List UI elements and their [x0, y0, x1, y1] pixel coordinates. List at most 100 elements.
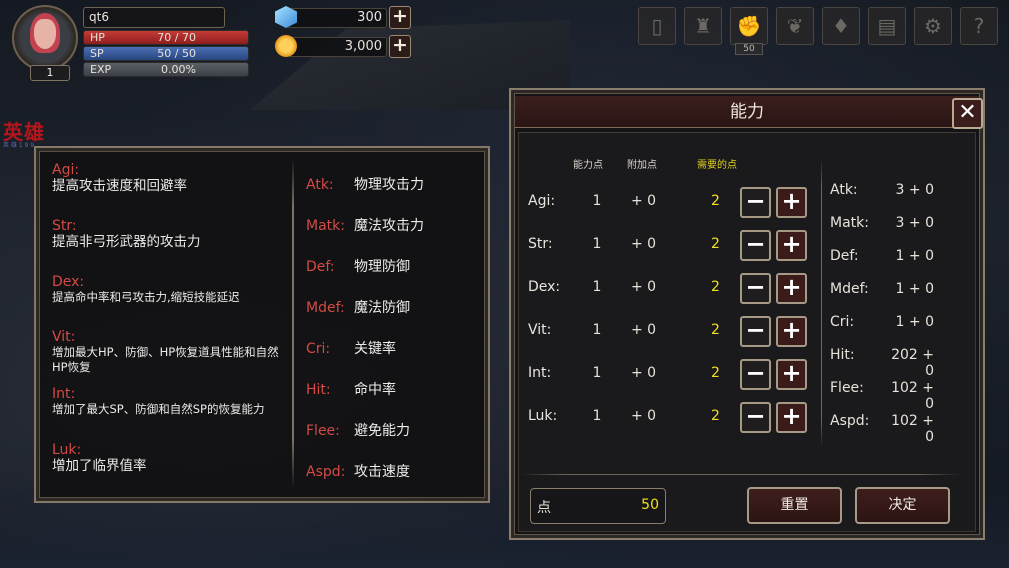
increase-button[interactable]: + [776, 187, 807, 218]
decrease-button[interactable]: − [740, 273, 771, 304]
book-icon[interactable]: ▤ [868, 7, 906, 45]
ability-points: 1 [592, 322, 602, 338]
stat-name: Hit: [306, 382, 331, 398]
result-name: Aspd: [830, 413, 870, 429]
decrease-button[interactable]: − [740, 316, 771, 347]
wings-icon[interactable]: ❦ [776, 7, 814, 45]
ability-bonus: + 0 [631, 322, 657, 338]
ability-bonus: + 0 [631, 236, 657, 252]
stat-info-panel: Agi: 提高攻击速度和回避率 Str: 提高非弓形武器的攻击力 Dex: 提高… [34, 146, 490, 503]
stat-text: 魔法防御 [354, 300, 410, 316]
decrease-button[interactable]: − [740, 359, 771, 390]
result-value: 1 + 0 [895, 248, 934, 264]
gold-amount: 3,000 [287, 37, 387, 57]
gold-currency: 3,000 + [275, 35, 411, 59]
stat-name: Cri: [306, 341, 331, 357]
level-badge: 1 [30, 65, 70, 81]
result-value: 202 + 0 [891, 347, 934, 379]
increase-button[interactable]: + [776, 316, 807, 347]
stat-name: Atk: [306, 177, 334, 193]
stat-name: Flee: [306, 423, 340, 439]
close-button[interactable]: ✕ [952, 98, 983, 129]
gem-amount: 300 [287, 8, 387, 28]
decrease-button[interactable]: − [740, 402, 771, 433]
reset-button[interactable]: 重置 [747, 487, 842, 524]
panel-divider [292, 158, 294, 488]
desc-name: Vit: [52, 329, 76, 345]
stat-text: 关键率 [354, 341, 396, 357]
ability-bonus: + 0 [631, 193, 657, 209]
sp-value: 50 / 50 [157, 47, 196, 60]
stat-name: Mdef: [306, 300, 345, 316]
increase-button[interactable]: + [776, 273, 807, 304]
decrease-button[interactable]: − [740, 187, 771, 218]
col-bonus-header: 附加点 [627, 160, 657, 171]
fist-icon[interactable]: ✊ [730, 7, 768, 45]
increase-button[interactable]: + [776, 402, 807, 433]
increase-button[interactable]: + [776, 230, 807, 261]
desc-text: 提高攻击速度和回避率 [52, 178, 187, 194]
col-points-header: 能力点 [573, 160, 603, 171]
stat-name: Aspd: [306, 464, 346, 480]
ability-name: Str: [528, 236, 553, 252]
bag-icon[interactable]: ♦ [822, 7, 860, 45]
stat-name: Def: [306, 259, 335, 275]
result-value: 1 + 0 [895, 314, 934, 330]
ability-title: 能力 [730, 102, 764, 122]
hero-subtitle: 英 雄 1 9 9 [3, 142, 35, 149]
footer-divider [521, 474, 961, 475]
desc-name: Agi: [52, 162, 80, 178]
ability-points: 1 [592, 408, 602, 424]
stat-desc-hit: Hit: 命中率 [306, 379, 476, 399]
result-value: 102 + 0 [891, 380, 934, 412]
confirm-button[interactable]: 决定 [855, 487, 950, 524]
result-name: Mdef: [830, 281, 869, 297]
desc-text: 增加了临界值率 [52, 458, 147, 474]
decrease-button[interactable]: − [740, 230, 771, 261]
points-value: 50 [641, 497, 659, 513]
stat-text: 命中率 [354, 382, 396, 398]
ability-row-str: Str: 1 + 0 2 − + [528, 230, 818, 261]
sp-label: SP [90, 47, 104, 60]
increase-button[interactable]: + [776, 359, 807, 390]
hp-label: HP [90, 31, 105, 44]
ability-window: 能力 ✕ 能力点 附加点 需要的点 Agi: 1 + 0 2− + Str: 1 + 0 2− +… [509, 88, 985, 540]
ability-points: 1 [592, 236, 602, 252]
add-gems-button[interactable]: + [389, 6, 411, 29]
stat-desc-atk: Atk: 物理攻击力 [306, 174, 476, 194]
gem-currency: 300 + [275, 6, 411, 30]
result-name: Flee: [830, 380, 864, 396]
stat-text: 物理攻击力 [354, 177, 424, 193]
desc-int: Int: 增加了最大SP、防御和自然SP的恢复能力 [52, 386, 292, 417]
ability-bonus: + 0 [631, 408, 657, 424]
desc-text: 增加最大HP、防御、HP恢复道具性能和自然HP恢复 [52, 345, 279, 374]
desc-str: Str: 提高非弓形武器的攻击力 [52, 218, 292, 251]
add-gold-button[interactable]: + [389, 35, 411, 58]
avatar[interactable] [12, 5, 78, 71]
ability-name: Vit: [528, 322, 552, 338]
result-name: Hit: [830, 347, 855, 363]
sp-bar: SP 50 / 50 [83, 46, 249, 61]
desc-name: Int: [52, 386, 76, 402]
ability-row-agi: Agi: 1 + 0 2 − + [528, 187, 818, 218]
card-icon[interactable]: ▯ [638, 7, 676, 45]
desc-luk: Luk: 增加了临界值率 [52, 442, 292, 475]
result-value: 3 + 0 [895, 215, 934, 231]
gear-icon[interactable]: ⚙ [914, 7, 952, 45]
ability-row-int: Int: 1 + 0 2 − + [528, 359, 818, 390]
stat-desc-mdef: Mdef: 魔法防御 [306, 297, 476, 317]
stat-name: Matk: [306, 218, 345, 234]
ability-row-luk: Luk: 1 + 0 2 − + [528, 402, 818, 433]
ability-divider [821, 158, 822, 448]
ability-header: 能力 [515, 96, 979, 128]
ability-row-dex: Dex: 1 + 0 2 − + [528, 273, 818, 304]
result-name: Cri: [830, 314, 855, 330]
desc-text: 增加了最大SP、防御和自然SP的恢复能力 [52, 402, 265, 416]
hp-value: 70 / 70 [157, 31, 196, 44]
desc-vit: Vit: 增加最大HP、防御、HP恢复道具性能和自然HP恢复 [52, 329, 292, 375]
ability-bonus: + 0 [631, 365, 657, 381]
result-name: Def: [830, 248, 859, 264]
desc-name: Str: [52, 218, 77, 234]
helmet-icon[interactable]: ♜ [684, 7, 722, 45]
help-icon[interactable]: ? [960, 7, 998, 45]
